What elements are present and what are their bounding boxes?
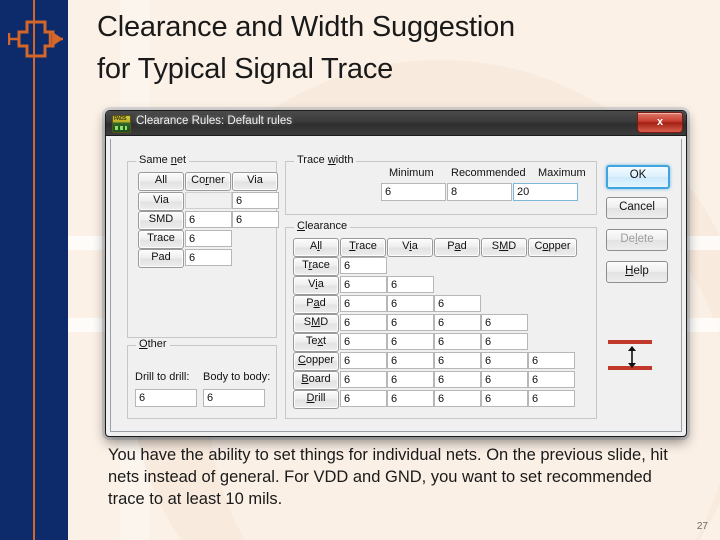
clearance-col-trace[interactable]: Trace [340, 238, 386, 257]
cancel-button[interactable]: Cancel [606, 197, 668, 219]
same-net-row-smd[interactable]: SMD [138, 211, 184, 230]
clearance-cell-drill-pad[interactable]: 6 [434, 390, 481, 407]
slide-canvas: Clearance and Width Suggestion for Typic… [0, 0, 720, 540]
clearance-cell-via-trace[interactable]: 6 [340, 276, 387, 293]
clearance-row-pad[interactable]: Pad [293, 295, 339, 314]
trace-width-header-minimum: Minimum [389, 167, 434, 179]
same-net-row-trace[interactable]: Trace [138, 230, 184, 249]
clearance-cell-board-via[interactable]: 6 [387, 371, 434, 388]
clearance-illustration-icon [608, 340, 654, 372]
trace-width-legend: Trace width [294, 154, 357, 166]
clearance-cell-copper-smd[interactable]: 6 [481, 352, 528, 369]
clearance-cell-drill-via[interactable]: 6 [387, 390, 434, 407]
dialog-body: Same net All Corner Via Via 6 SMD 6 6 Tr… [110, 139, 682, 432]
same-net-legend: Same net [136, 154, 190, 166]
same-net-cell-trace-corner[interactable]: 6 [185, 230, 232, 247]
other-legend: Other [136, 338, 170, 350]
clearance-row-via[interactable]: Via [293, 276, 339, 295]
clearance-cell-text-via[interactable]: 6 [387, 333, 434, 350]
same-net-col-corner[interactable]: Corner [185, 172, 231, 191]
clearance-cell-copper-via[interactable]: 6 [387, 352, 434, 369]
ok-button[interactable]: OK [606, 165, 670, 189]
clearance-col-copper[interactable]: Copper [528, 238, 577, 257]
clearance-rules-dialog: PADS Clearance Rules: Default rules x Sa… [105, 110, 687, 437]
clearance-row-smd[interactable]: SMD [293, 314, 339, 333]
slide-caption: You have the ability to set things for i… [108, 446, 668, 508]
clearance-row-board[interactable]: Board [293, 371, 339, 390]
clearance-cell-board-pad[interactable]: 6 [434, 371, 481, 388]
clearance-cell-smd-trace[interactable]: 6 [340, 314, 387, 331]
clearance-cell-pad-pad[interactable]: 6 [434, 295, 481, 312]
same-net-cell-pad-corner[interactable]: 6 [185, 249, 232, 266]
body-to-body-label: Body to body: [203, 371, 271, 383]
clearance-col-via[interactable]: Via [387, 238, 433, 257]
clearance-cell-text-smd[interactable]: 6 [481, 333, 528, 350]
clearance-row-copper[interactable]: Copper [293, 352, 339, 371]
dialog-title: Clearance Rules: Default rules [136, 115, 292, 127]
clearance-cell-drill-copper[interactable]: 6 [528, 390, 575, 407]
clearance-cell-board-smd[interactable]: 6 [481, 371, 528, 388]
title-line-1: Clearance and Width Suggestion [97, 11, 515, 43]
same-net-col-via[interactable]: Via [232, 172, 278, 191]
clearance-cell-copper-copper[interactable]: 6 [528, 352, 575, 369]
clearance-cell-via-via[interactable]: 6 [387, 276, 434, 293]
clearance-col-all[interactable]: All [293, 238, 339, 257]
clearance-cell-trace-trace[interactable]: 6 [340, 257, 387, 274]
clearance-cell-smd-smd[interactable]: 6 [481, 314, 528, 331]
trace-width-header-recommended: Recommended [451, 167, 526, 179]
close-icon[interactable]: x [637, 112, 683, 133]
same-net-cell-smd-corner[interactable]: 6 [185, 211, 232, 228]
drill-to-drill-input[interactable]: 6 [135, 389, 197, 407]
clearance-legend: Clearance [294, 220, 351, 232]
clearance-cell-board-copper[interactable]: 6 [528, 371, 575, 388]
trace-width-header-maximum: Maximum [538, 167, 586, 179]
clearance-cell-smd-via[interactable]: 6 [387, 314, 434, 331]
trace-width-minimum-input[interactable]: 6 [381, 183, 446, 201]
clearance-cell-text-pad[interactable]: 6 [434, 333, 481, 350]
same-net-row-pad[interactable]: Pad [138, 249, 184, 268]
same-net-cell-via-corner [185, 192, 232, 209]
clearance-col-pad[interactable]: Pad [434, 238, 480, 257]
clearance-cell-smd-pad[interactable]: 6 [434, 314, 481, 331]
pcb-component-icon [7, 18, 64, 87]
clearance-cell-pad-via[interactable]: 6 [387, 295, 434, 312]
clearance-cell-board-trace[interactable]: 6 [340, 371, 387, 388]
clearance-cell-drill-trace[interactable]: 6 [340, 390, 387, 407]
clearance-row-drill[interactable]: Drill [293, 390, 339, 409]
clearance-col-smd[interactable]: SMD [481, 238, 527, 257]
page-title: Clearance and Width Suggestion for Typic… [97, 6, 697, 90]
trace-width-maximum-input[interactable]: 20 [513, 183, 578, 201]
clearance-row-trace[interactable]: Trace [293, 257, 339, 276]
clearance-cell-copper-pad[interactable]: 6 [434, 352, 481, 369]
delete-button: Delete [606, 229, 668, 251]
same-net-row-via[interactable]: Via [138, 192, 184, 211]
help-button[interactable]: Help [606, 261, 668, 283]
body-to-body-input[interactable]: 6 [203, 389, 265, 407]
title-line-2: for Typical Signal Trace [97, 53, 394, 85]
same-net-col-all[interactable]: All [138, 172, 184, 191]
drill-to-drill-label: Drill to drill: [135, 371, 190, 383]
clearance-cell-pad-trace[interactable]: 6 [340, 295, 387, 312]
page-number: 27 [696, 521, 708, 532]
pads-app-icon: PADS [112, 115, 131, 133]
dialog-titlebar[interactable]: PADS Clearance Rules: Default rules x [106, 111, 686, 136]
clearance-cell-text-trace[interactable]: 6 [340, 333, 387, 350]
same-net-cell-via-via[interactable]: 6 [232, 192, 279, 209]
clearance-cell-drill-smd[interactable]: 6 [481, 390, 528, 407]
same-net-cell-smd-via[interactable]: 6 [232, 211, 279, 228]
clearance-cell-copper-trace[interactable]: 6 [340, 352, 387, 369]
trace-width-recommended-input[interactable]: 8 [447, 183, 512, 201]
slide-sidebar [0, 0, 68, 540]
clearance-row-text[interactable]: Text [293, 333, 339, 352]
